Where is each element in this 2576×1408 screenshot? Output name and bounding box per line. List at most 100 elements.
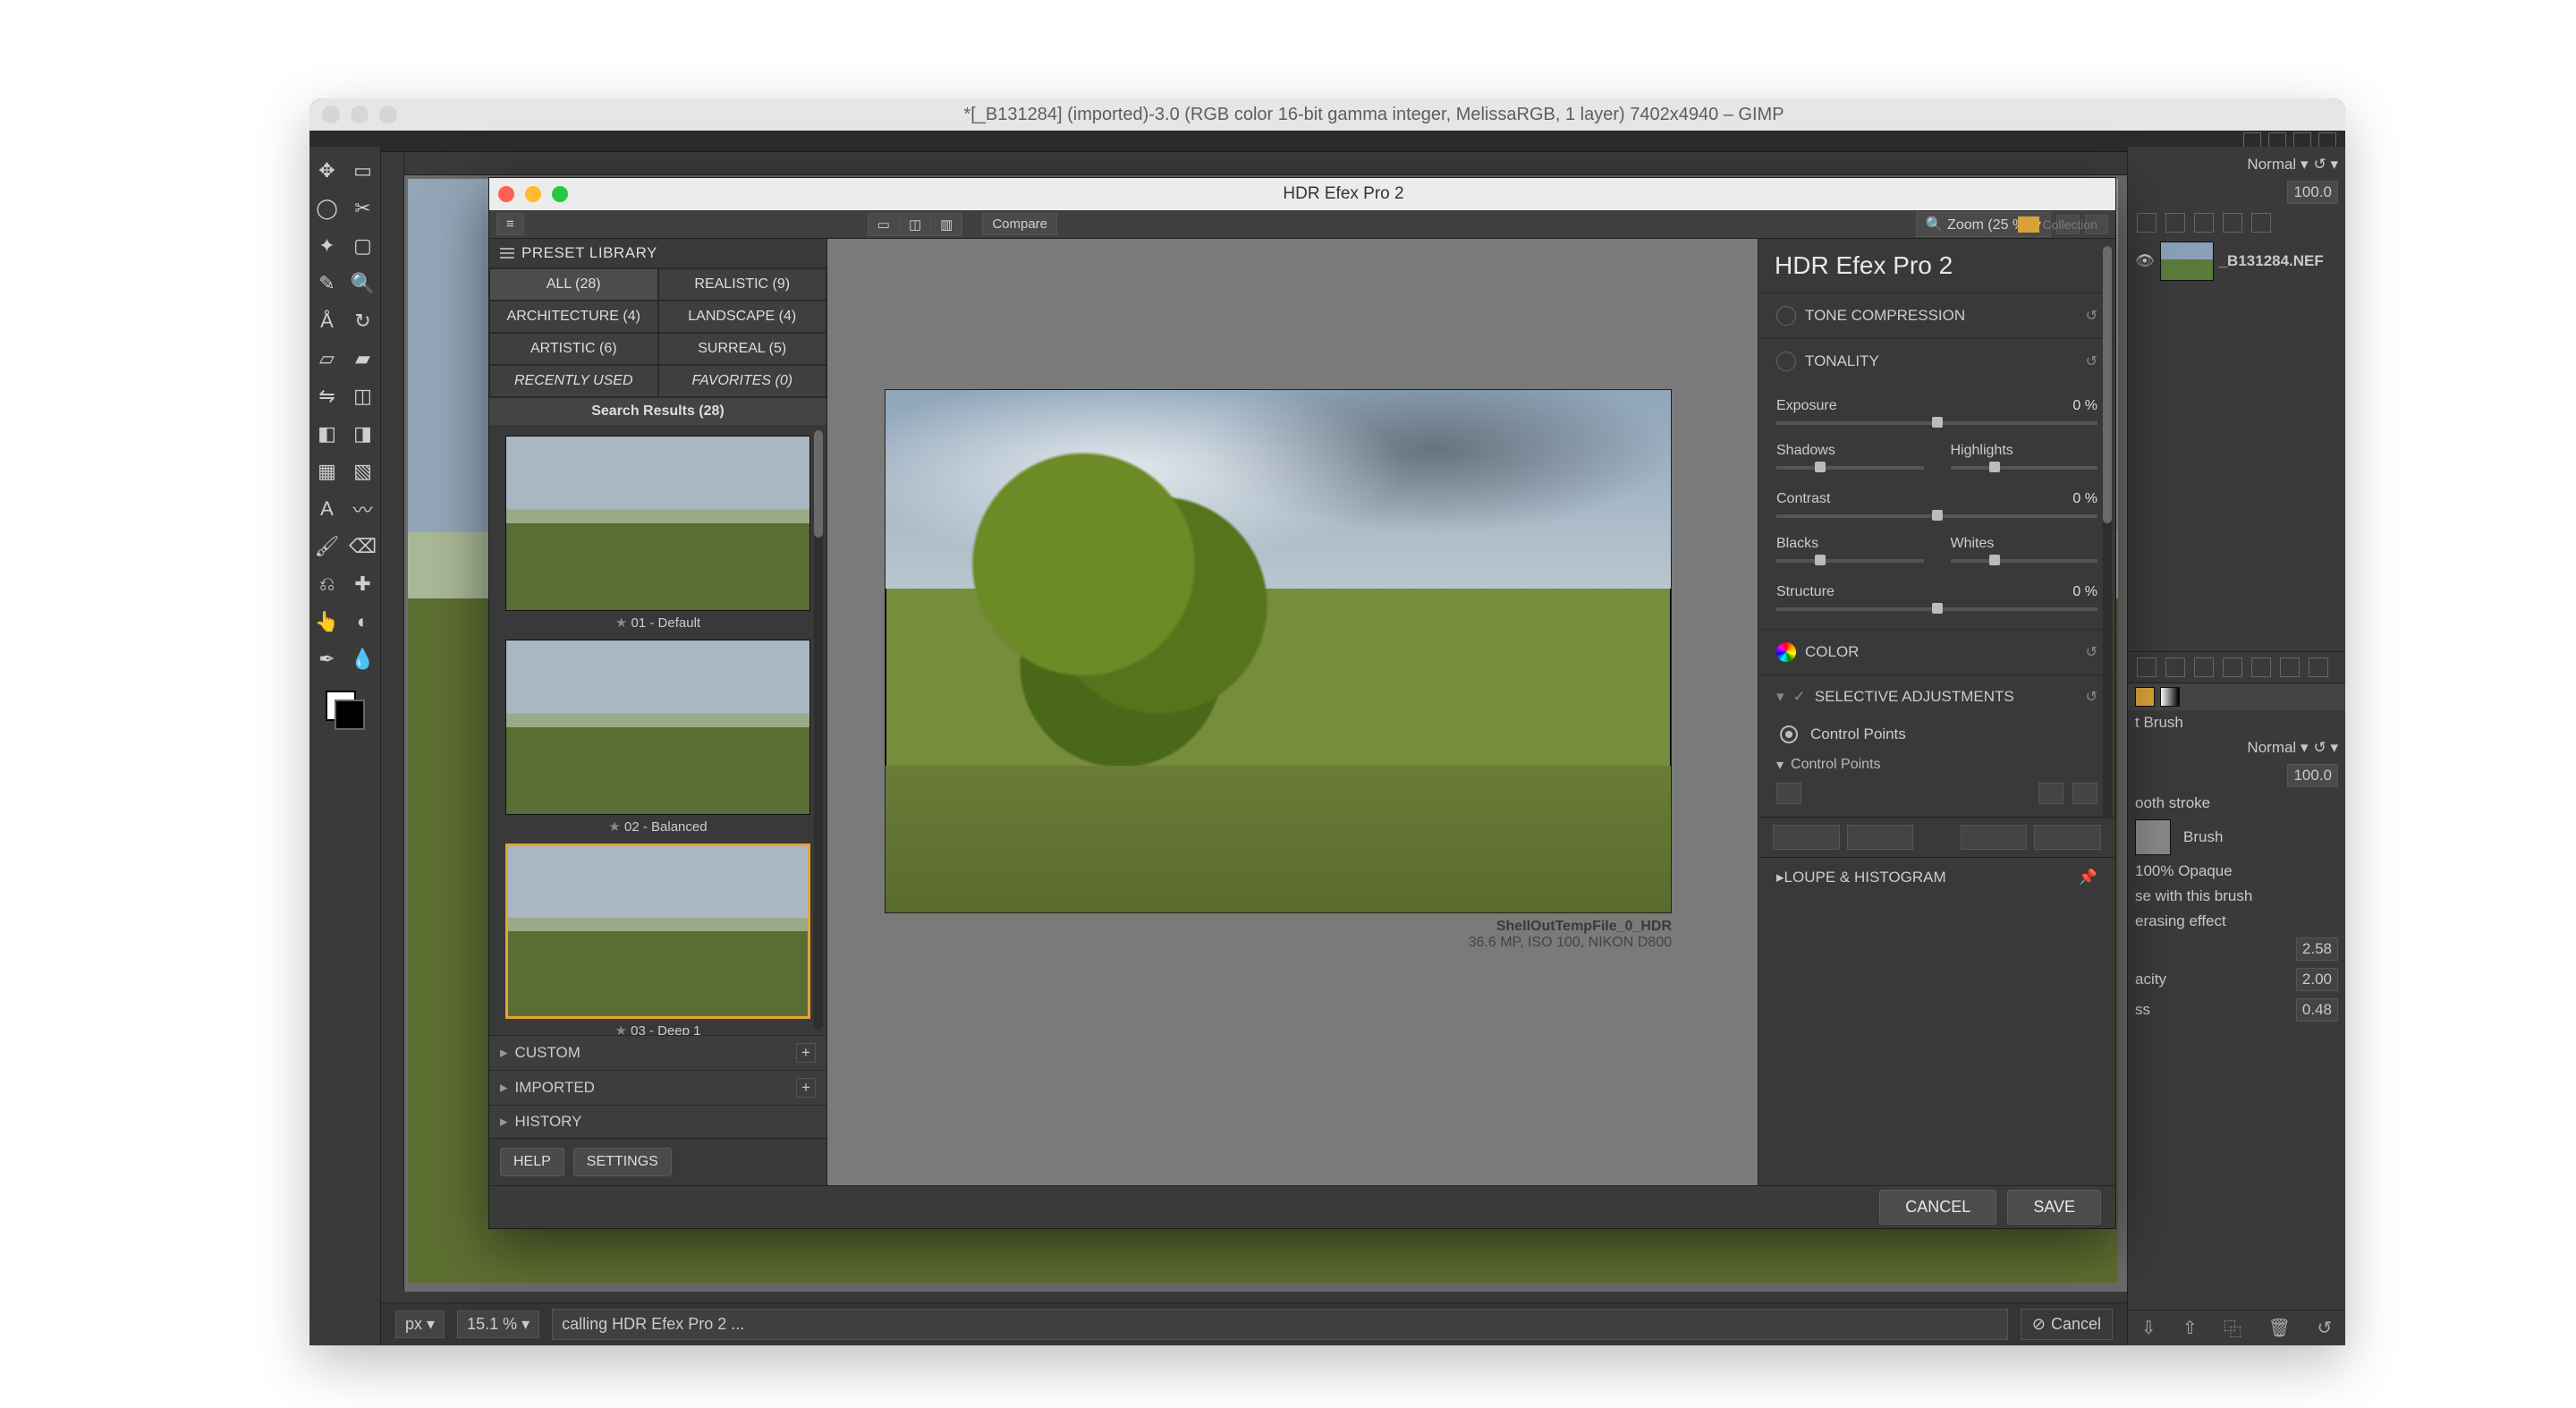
tool-flip-icon[interactable]: ⇋ xyxy=(312,381,343,411)
layer-opacity-value[interactable]: 100.0 xyxy=(2287,181,2338,204)
hdr-traffic-lights[interactable] xyxy=(498,186,568,202)
brush-opacity-value[interactable]: 100.0 xyxy=(2287,764,2338,787)
dock-bottom-icons[interactable]: ⇩⇧⿻🗑↺ xyxy=(2128,1310,2345,1345)
brush-mode-select[interactable]: Normal ▾ xyxy=(2247,739,2308,757)
status-cancel-button[interactable]: ⊘Cancel xyxy=(2021,1309,2113,1340)
brush-row[interactable]: Brush xyxy=(2128,816,2345,859)
preview-area[interactable]: ShellOutTempFile_0_HDR 36.6 MP, ISO 100,… xyxy=(827,239,1758,1185)
cat-landscape[interactable]: LANDSCAPE (4) xyxy=(658,301,827,333)
preset-02[interactable]: 02 - Balanced xyxy=(505,640,810,838)
view-split-icon[interactable]: ◫ xyxy=(900,213,931,236)
tool-lasso-icon[interactable]: ◯ xyxy=(312,193,343,224)
settings-button[interactable]: SETTINGS xyxy=(573,1148,672,1176)
color-swatches[interactable] xyxy=(326,691,365,730)
size-value[interactable]: 2.58 xyxy=(2296,937,2338,961)
tool-pencil-icon[interactable]: ✎ xyxy=(312,268,343,299)
tool-move-icon[interactable]: ✥ xyxy=(312,156,343,186)
status-zoom[interactable]: 15.1 % ▾ xyxy=(457,1310,539,1338)
reset-icon[interactable]: ↺ xyxy=(2086,307,2097,325)
section-imported[interactable]: ▸IMPORTED+ xyxy=(489,1070,826,1105)
cat-realistic[interactable]: REALISTIC (9) xyxy=(658,268,827,301)
tool-zoom-icon[interactable]: 🔍 xyxy=(348,268,378,299)
cat-all[interactable]: ALL (28) xyxy=(489,268,658,301)
layer-mode-select[interactable]: Normal ▾ xyxy=(2247,156,2308,174)
cat-architecture[interactable]: ARCHITECTURE (4) xyxy=(489,301,658,333)
add-custom-icon[interactable]: + xyxy=(796,1043,816,1063)
view-side-icon[interactable]: ▥ xyxy=(931,213,962,236)
preset-scroll[interactable]: 01 - Default 02 - Balanced 03 - Deep 1 xyxy=(489,425,826,1035)
slider-whites[interactable]: Whites xyxy=(1951,530,2098,575)
tool-path-icon[interactable]: 〰 xyxy=(348,494,378,524)
save-button[interactable]: SAVE xyxy=(2007,1190,2101,1225)
tool-cage-icon[interactable]: ◧ xyxy=(312,419,343,449)
eye-icon[interactable]: 👁 xyxy=(2135,252,2155,270)
section-loupe-histogram[interactable]: ▸ LOUPE & HISTOGRAM📌 xyxy=(1758,857,2115,897)
tool-eraser-icon[interactable]: ⌫ xyxy=(348,531,378,562)
reset-icon[interactable]: ↺ xyxy=(2086,352,2097,370)
control-points-header[interactable]: ▾Control Points xyxy=(1758,751,2115,779)
panel-toggle-left-icon[interactable]: ≡ xyxy=(496,213,524,235)
opacity-value[interactable]: 2.00 xyxy=(2296,968,2338,991)
tool-select-icon[interactable]: ▭ xyxy=(348,156,378,186)
tool-ink-icon[interactable]: ✒ xyxy=(312,644,343,674)
tool-bucket-icon[interactable]: ▦ xyxy=(312,456,343,487)
section-selective-adjustments[interactable]: ▾✓SELECTIVE ADJUSTMENTS↺ xyxy=(1758,674,2115,718)
control-point-tool[interactable]: Control Points xyxy=(1758,718,2115,751)
slider-exposure[interactable]: Exposure0 % xyxy=(1776,389,2097,416)
layer-row[interactable]: 👁 _B131284.NEF xyxy=(2128,238,2345,284)
tool-text-icon[interactable]: A xyxy=(312,494,343,524)
ss-value[interactable]: 0.48 xyxy=(2296,998,2338,1022)
slider-shadows[interactable]: Shadows xyxy=(1776,437,1924,482)
reset-icon[interactable]: ↺ xyxy=(2086,643,2097,661)
tool-smudge-icon[interactable]: 👆 xyxy=(312,606,343,637)
tool-crop-icon[interactable]: ▢ xyxy=(348,231,378,261)
cancel-button[interactable]: CANCEL xyxy=(1879,1190,1996,1225)
help-button[interactable]: HELP xyxy=(500,1148,564,1176)
tool-scissors-icon[interactable]: ✂ xyxy=(348,193,378,224)
brush-reset-icon[interactable]: ↺ ▾ xyxy=(2313,739,2338,757)
tool-measure-icon[interactable]: Å xyxy=(312,306,343,336)
section-custom[interactable]: ▸CUSTOM+ xyxy=(489,1035,826,1070)
tool-rotate-icon[interactable]: ↻ xyxy=(348,306,378,336)
slider-highlights[interactable]: Highlights xyxy=(1951,437,2098,482)
opt-smooth[interactable]: ooth stroke xyxy=(2128,791,2345,816)
compare-button[interactable]: Compare xyxy=(982,213,1057,235)
control-point-ops[interactable] xyxy=(1758,779,2115,817)
tool-clone-icon[interactable]: ⎌ xyxy=(312,569,343,599)
gimp-traffic-lights[interactable] xyxy=(322,106,397,123)
layer-reset-icon[interactable]: ↺ ▾ xyxy=(2313,156,2338,174)
view-layout-segment[interactable]: ▭ ◫ ▥ xyxy=(868,213,963,236)
status-unit[interactable]: px ▾ xyxy=(395,1310,445,1338)
tool-wand-icon[interactable]: ✦ xyxy=(312,231,343,261)
preset-scrollbar[interactable] xyxy=(814,430,823,1030)
opt-erase[interactable]: erasing effect xyxy=(2128,909,2345,934)
slider-blacks[interactable]: Blacks xyxy=(1776,530,1924,575)
undo-redo-strip[interactable] xyxy=(1758,817,2115,857)
tool-shear-icon[interactable]: ▰ xyxy=(348,344,378,374)
tool-blur-icon[interactable]: 💧 xyxy=(348,644,378,674)
tool-dodge-icon[interactable]: ◐ xyxy=(348,606,378,637)
section-history[interactable]: ▸HISTORY xyxy=(489,1105,826,1138)
burger-icon[interactable] xyxy=(500,248,514,259)
layer-ops-icons[interactable] xyxy=(2128,651,2345,683)
cat-artistic[interactable]: ARTISTIC (6) xyxy=(489,333,658,365)
slider-structure[interactable]: Structure0 % xyxy=(1776,575,2097,602)
section-tonality[interactable]: TONALITY↺ xyxy=(1758,338,2115,384)
cat-favorites[interactable]: FAVORITES (0) xyxy=(658,365,827,397)
layer-lock-icons[interactable] xyxy=(2128,208,2345,238)
tool-warp-icon[interactable]: ◨ xyxy=(348,419,378,449)
preset-01[interactable]: 01 - Default xyxy=(505,436,810,634)
cat-surreal[interactable]: SURREAL (5) xyxy=(658,333,827,365)
reset-icon[interactable]: ↺ xyxy=(2086,688,2097,706)
tool-brush-icon[interactable]: 🖌 xyxy=(312,531,343,562)
opt-usebrush[interactable]: se with this brush xyxy=(2128,884,2345,909)
adjust-scrollbar[interactable] xyxy=(2103,246,2112,819)
tool-heal-icon[interactable]: ✚ xyxy=(348,569,378,599)
add-imported-icon[interactable]: + xyxy=(796,1078,816,1098)
slider-contrast[interactable]: Contrast0 % xyxy=(1776,482,2097,509)
tool-scale-icon[interactable]: ▱ xyxy=(312,344,343,374)
section-tone-compression[interactable]: TONE COMPRESSION↺ xyxy=(1758,293,2115,338)
view-single-icon[interactable]: ▭ xyxy=(868,213,900,236)
preset-03[interactable]: 03 - Deep 1 xyxy=(505,844,810,1035)
pin-icon[interactable]: 📌 xyxy=(2079,869,2097,886)
